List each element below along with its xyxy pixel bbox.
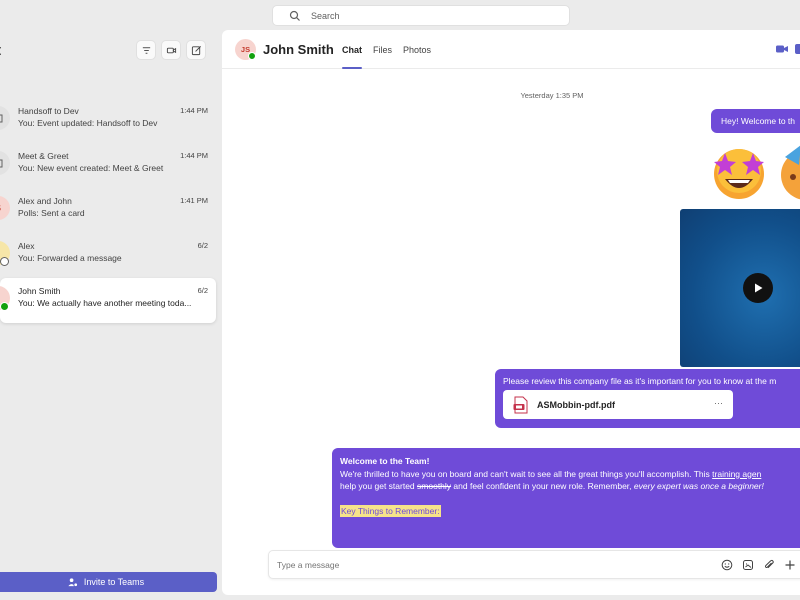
chat-sidebar: t t Handsoff to Dev 1:44 PM You: Event u… (0, 30, 222, 600)
sticker-icon[interactable] (742, 559, 754, 571)
away-status-icon (0, 257, 9, 266)
more-options-icon[interactable]: ··· (714, 398, 723, 408)
message-bubble[interactable]: Hey! Welcome to th (711, 109, 800, 133)
message-bubble[interactable]: Please review this company file as it's … (495, 369, 800, 428)
file-attachment[interactable]: ASMobbin-pdf.pdf ··· (503, 390, 733, 419)
chat-name: Handsoff to Dev (18, 106, 79, 116)
tab-files[interactable]: Files (373, 30, 392, 69)
online-status-icon (0, 302, 9, 311)
chat-preview: You: Event updated: Handsoff to Dev (18, 118, 158, 128)
play-button[interactable] (743, 273, 773, 303)
message-timestamp: Yesterday 1:35 PM (520, 91, 584, 100)
message-bubble[interactable]: Welcome to the Team! We're thrilled to h… (332, 448, 800, 548)
meet-now-button[interactable] (161, 40, 181, 60)
audio-call-icon[interactable] (795, 44, 800, 54)
chat-name: Meet & Greet (18, 151, 69, 161)
search-placeholder: Search (311, 10, 340, 21)
chat-list: Handsoff to Dev 1:44 PM You: Event updat… (0, 98, 216, 323)
highlighted-text: Key Things to Remember: (340, 504, 441, 517)
chat-time: 6/2 (197, 241, 208, 250)
star-struck-emoji-icon (714, 149, 764, 199)
new-chat-button[interactable] (186, 40, 206, 60)
play-icon (755, 283, 763, 293)
calendar-icon (0, 159, 3, 168)
emoji-icon[interactable] (721, 559, 733, 571)
search-icon (289, 10, 300, 21)
chat-name: John Smith (18, 286, 61, 296)
composer-actions (721, 559, 796, 571)
italic-text: every expert was once a beginner! (633, 481, 764, 491)
video-camera-icon (166, 47, 176, 53)
attach-icon[interactable] (763, 559, 775, 571)
video-attachment[interactable] (680, 209, 800, 367)
tab-photos[interactable]: Photos (403, 30, 431, 69)
message-text: help you get started (340, 481, 418, 491)
message-line: We're thrilled to have you on board and … (340, 468, 800, 481)
message-text: and feel confident in your new role. Rem… (451, 481, 634, 491)
party-face-emoji-icon (781, 145, 800, 200)
invite-label: Invite to Teams (83, 577, 145, 587)
filter-icon (142, 46, 150, 54)
chat-preview: You: Forwarded a message (18, 253, 122, 263)
chat-time: 6/2 (197, 286, 208, 295)
tab-chat[interactable]: Chat (342, 30, 362, 69)
message-text: Please review this company file as it's … (503, 376, 777, 386)
message-title: Welcome to the Team! (340, 456, 430, 466)
message-composer[interactable] (268, 550, 800, 579)
plus-icon[interactable] (784, 559, 796, 571)
strikethrough-text: smoothly (417, 481, 452, 491)
file-name: ASMobbin-pdf.pdf (537, 399, 615, 410)
add-people-icon (68, 577, 78, 587)
video-call-icon[interactable] (776, 44, 788, 54)
message-text: We're thrilled to have you on board and … (340, 468, 713, 479)
chat-time: 1:41 PM (180, 196, 208, 205)
top-bar: Search (0, 0, 800, 30)
conversation-pane: JS John Smith Chat Files Photos Yesterda… (222, 30, 800, 595)
meeting-avatar (0, 151, 10, 175)
chat-name: Alex and John (18, 196, 72, 206)
chat-time: 1:44 PM (180, 151, 208, 160)
chat-preview: You: New event created: Meet & Greet (18, 163, 164, 173)
group-avatar: S (0, 196, 10, 220)
chat-item-alex-and-john[interactable]: S Alex and John 1:41 PM Polls: Sent a ca… (0, 188, 216, 233)
chat-preview: You: We actually have another meeting to… (18, 298, 192, 308)
message-input[interactable] (277, 560, 677, 570)
chat-item-john-smith[interactable]: John Smith 6/2 You: We actually have ano… (0, 278, 216, 323)
conversation-header: JS John Smith Chat Files Photos (222, 30, 800, 69)
chat-preview: Polls: Sent a card (18, 208, 85, 218)
chat-item-handsoff-to-dev[interactable]: Handsoff to Dev 1:44 PM You: Event updat… (0, 98, 216, 143)
pdf-file-icon (513, 396, 528, 413)
training-link[interactable]: training agen (712, 469, 761, 479)
compose-icon (191, 45, 201, 55)
chat-name: Alex (18, 241, 35, 251)
contact-name: John Smith (263, 42, 334, 57)
message-line: help you get started smoothly and feel c… (340, 480, 800, 493)
sidebar-title: t (0, 42, 1, 59)
online-status-icon (248, 52, 256, 60)
calendar-icon (0, 114, 3, 123)
sidebar-tools (136, 40, 206, 60)
invite-to-teams-button[interactable]: Invite to Teams (0, 572, 217, 592)
search-bar[interactable]: Search (272, 5, 570, 26)
chat-item-meet-and-greet[interactable]: Meet & Greet 1:44 PM You: New event crea… (0, 143, 216, 188)
chat-time: 1:44 PM (180, 106, 208, 115)
filter-button[interactable] (136, 40, 156, 60)
conversation-tabs: Chat Files Photos (342, 30, 431, 69)
meeting-avatar (0, 106, 10, 130)
chat-item-alex[interactable]: Alex 6/2 You: Forwarded a message (0, 233, 216, 278)
